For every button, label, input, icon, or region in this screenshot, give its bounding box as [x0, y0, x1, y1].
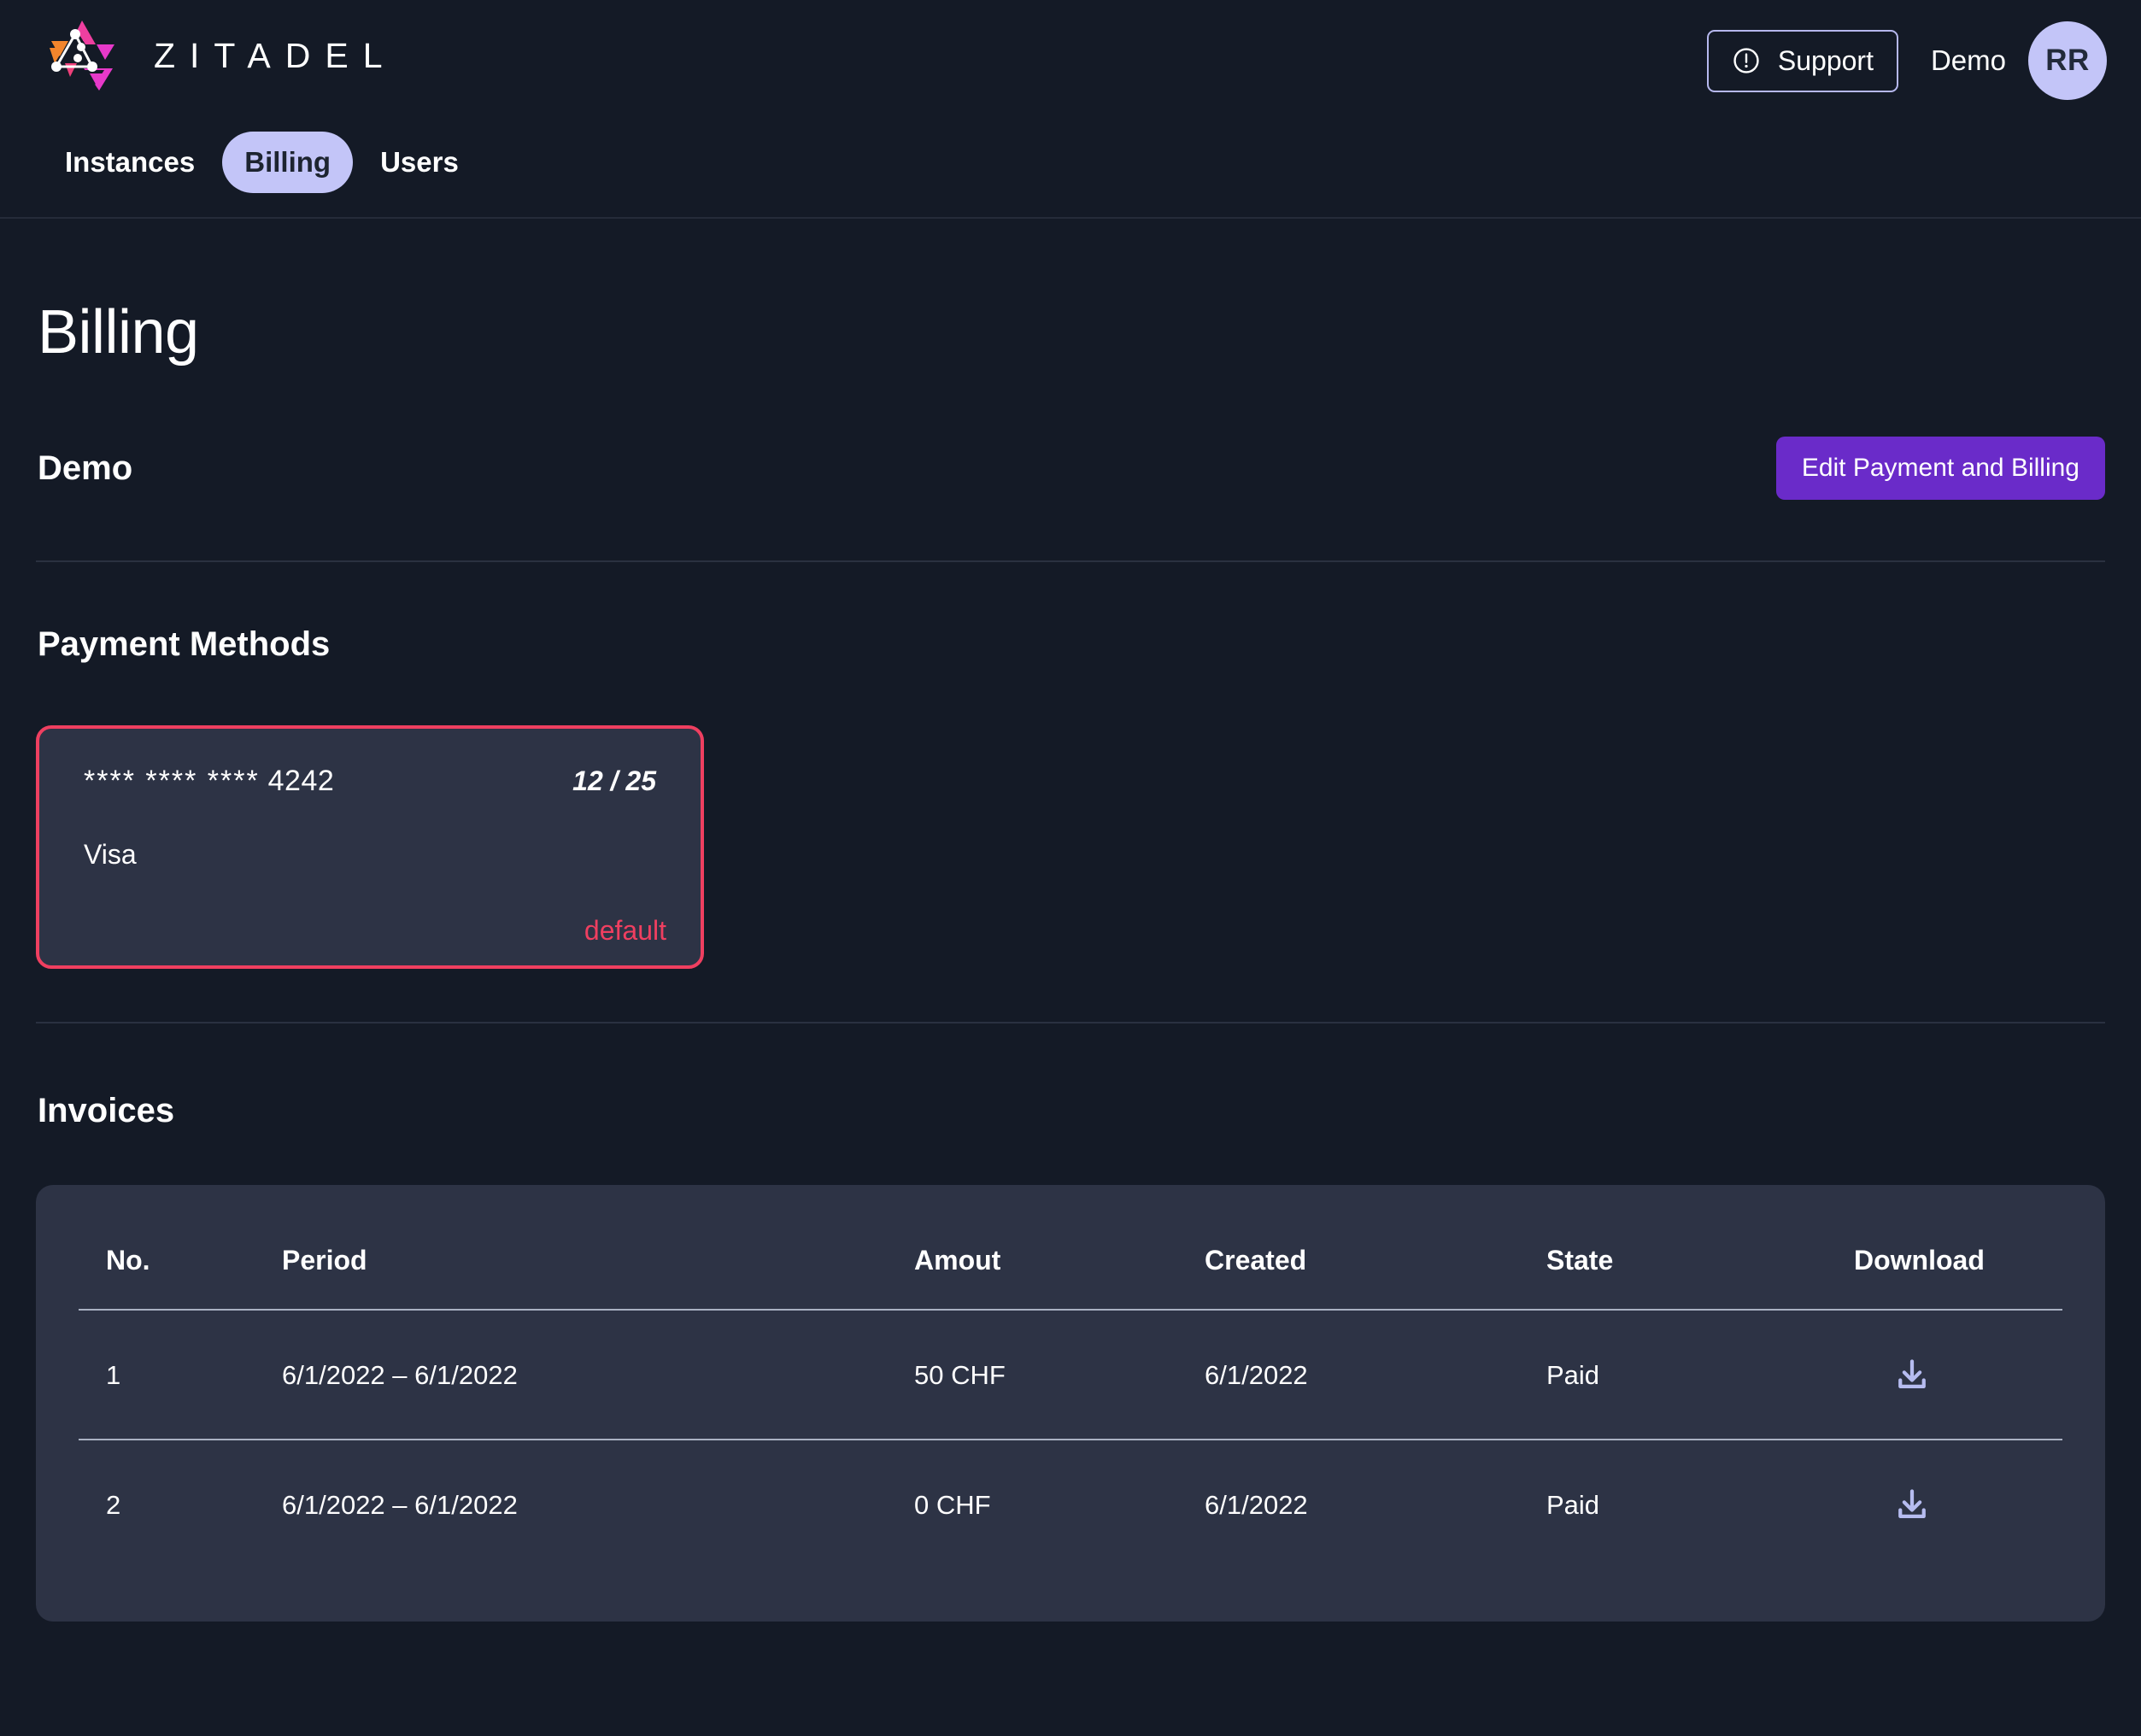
download-invoice-button[interactable]	[1893, 1357, 1931, 1394]
invoices-table: No. Period Amout Created State Download …	[79, 1229, 2062, 1569]
main-nav: Instances Billing Users	[43, 132, 481, 217]
org-name: Demo	[38, 449, 133, 487]
invoice-download-cell	[1854, 1440, 2062, 1569]
exclamation-circle-icon	[1732, 46, 1761, 75]
column-header-amount: Amout	[914, 1229, 1205, 1311]
payment-methods-list: **** **** **** 4242 12 / 25 Visa default	[36, 725, 2105, 969]
invoice-state: Paid	[1546, 1310, 1854, 1440]
card-number-last4: 4242	[267, 765, 335, 797]
card-expiry: 12 / 25	[572, 765, 656, 796]
edit-payment-and-billing-button[interactable]: Edit Payment and Billing	[1775, 437, 2105, 500]
column-header-download: Download	[1854, 1229, 2062, 1311]
column-header-period: Period	[282, 1229, 914, 1311]
download-invoice-button[interactable]	[1893, 1487, 1931, 1524]
invoice-amount: 50 CHF	[914, 1310, 1205, 1440]
divider-after-org	[36, 560, 2105, 562]
download-icon	[1893, 1357, 1931, 1394]
invoice-download-cell	[1854, 1310, 2062, 1440]
payment-card-top-row: **** **** **** 4242 12 / 25	[84, 765, 666, 798]
table-header-row: No. Period Amout Created State Download	[79, 1229, 2062, 1311]
avatar[interactable]: RR	[2028, 21, 2107, 100]
download-icon	[1893, 1487, 1931, 1524]
table-row: 2 6/1/2022 – 6/1/2022 0 CHF 6/1/2022 Pai…	[79, 1440, 2062, 1569]
card-brand: Visa	[84, 839, 137, 870]
app-header: ZITADEL Support Demo RR Instances Billin…	[0, 0, 2141, 219]
invoice-no: 2	[106, 1490, 121, 1520]
account-name: Demo	[1930, 44, 2006, 76]
card-default-badge: default	[584, 915, 666, 946]
tab-users[interactable]: Users	[358, 132, 481, 193]
payment-method-card[interactable]: **** **** **** 4242 12 / 25 Visa default	[36, 725, 704, 969]
tab-billing[interactable]: Billing	[222, 132, 354, 193]
tab-instances[interactable]: Instances	[43, 132, 217, 193]
billing-page: Billing Demo Edit Payment and Billing Pa…	[0, 297, 2141, 1622]
card-number: **** **** **** 4242	[84, 765, 334, 798]
support-button-label: Support	[1777, 44, 1874, 76]
card-number-mask: **** **** ****	[84, 765, 260, 797]
invoices-heading: Invoices	[38, 1092, 175, 1129]
avatar-initials: RR	[2045, 44, 2090, 77]
invoices-table-body: 1 6/1/2022 – 6/1/2022 50 CHF 6/1/2022 Pa…	[79, 1310, 2062, 1569]
zitadel-triangle-logo-icon	[43, 19, 121, 92]
org-row: Demo Edit Payment and Billing	[36, 429, 2105, 507]
invoice-created: 6/1/2022	[1205, 1490, 1308, 1520]
invoice-no: 1	[79, 1310, 282, 1440]
column-header-state: State	[1546, 1229, 1854, 1311]
brand-logo[interactable]: ZITADEL	[43, 17, 397, 94]
invoice-amount: 0 CHF	[914, 1490, 991, 1520]
divider-after-payment-methods	[36, 1022, 2105, 1023]
table-row: 1 6/1/2022 – 6/1/2022 50 CHF 6/1/2022 Pa…	[79, 1310, 2062, 1440]
page-title: Billing	[38, 298, 199, 367]
invoice-period: 6/1/2022 – 6/1/2022	[282, 1310, 914, 1440]
invoice-state: Paid	[1546, 1490, 1600, 1520]
invoices-table-head: No. Period Amout Created State Download	[79, 1229, 2062, 1311]
invoices-card: No. Period Amout Created State Download …	[36, 1185, 2105, 1622]
brand-wordmark: ZITADEL	[154, 35, 397, 75]
header-actions: Support Demo RR	[1706, 21, 2107, 100]
column-header-created: Created	[1205, 1229, 1546, 1311]
invoice-created: 6/1/2022	[1205, 1310, 1546, 1440]
invoice-period: 6/1/2022 – 6/1/2022	[282, 1490, 518, 1520]
payment-methods-heading: Payment Methods	[38, 625, 331, 663]
column-header-no: No.	[79, 1229, 282, 1311]
support-button[interactable]: Support	[1706, 29, 1898, 92]
